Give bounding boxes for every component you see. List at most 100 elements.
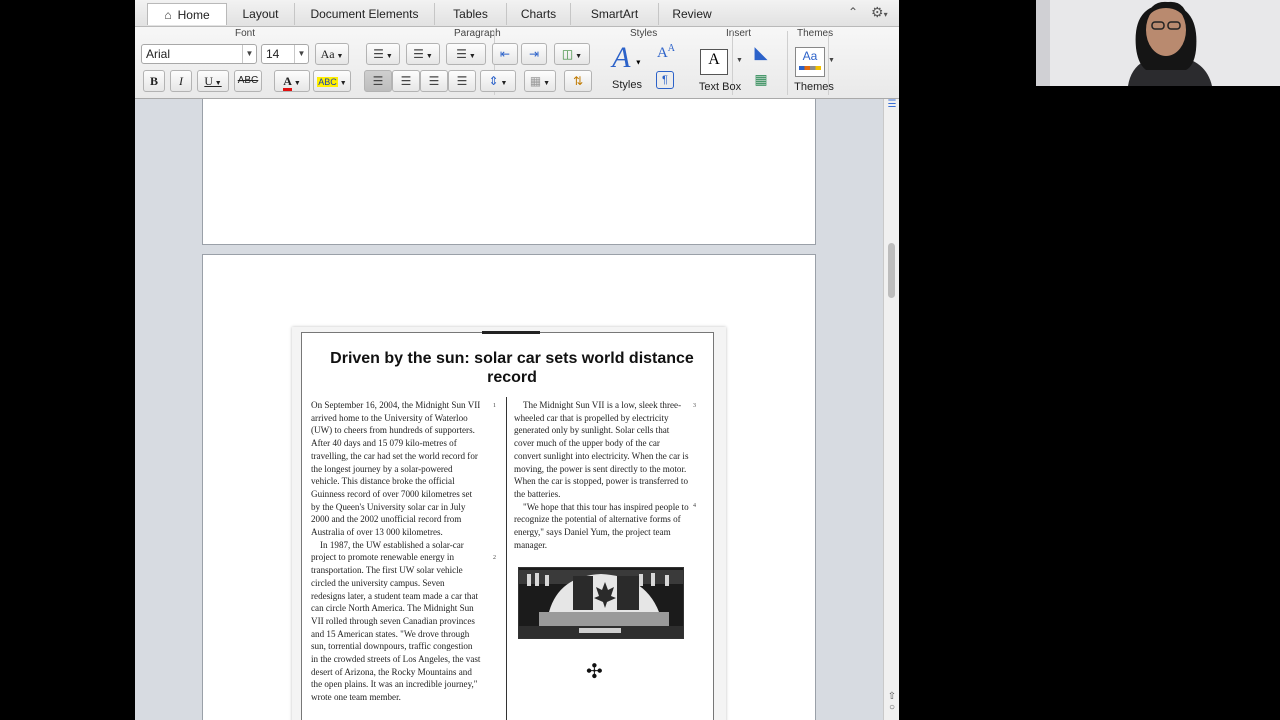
multilevel-list-button[interactable]: ☰ ▼: [446, 43, 486, 65]
article-image[interactable]: Driven by the sun: solar car sets world …: [292, 327, 726, 720]
picture-icon[interactable]: ▦: [748, 71, 774, 89]
align-right-icon: ☰: [428, 74, 440, 88]
styles-gallery-button[interactable]: A ▼: [606, 43, 648, 73]
line-number: 3: [693, 403, 696, 409]
line-number: 2: [493, 555, 496, 561]
paragraph-2: In 1987, the UW established a solar-car …: [311, 539, 481, 703]
ribbon-tab-bar: ⌂ Home Layout Document Elements Tables Ch…: [135, 0, 899, 27]
home-icon: ⌂: [164, 8, 172, 22]
tab-document-elements[interactable]: Document Elements: [295, 3, 435, 25]
styles-icon: A: [612, 41, 631, 74]
font-size-value: 14: [266, 47, 280, 61]
columns-button[interactable]: ◫ ▼: [554, 43, 590, 65]
italic-button[interactable]: I: [170, 70, 192, 92]
move-cursor-icon: ✣: [586, 659, 603, 683]
justify-icon: ☰: [456, 74, 468, 88]
group-title-insert: Insert: [726, 28, 752, 39]
numbered-list-icon: ☰: [413, 47, 424, 61]
article-right-column: The Midnight Sun VII is a low, sleek thr…: [514, 399, 689, 551]
styles-label: Styles: [612, 79, 642, 91]
bold-button[interactable]: B: [143, 70, 165, 92]
page-2[interactable]: Driven by the sun: solar car sets world …: [202, 254, 816, 720]
tab-smartart[interactable]: SmartArt: [571, 3, 659, 25]
divider: [787, 31, 788, 95]
screen: ⌂ Home Layout Document Elements Tables Ch…: [0, 0, 1280, 720]
chevron-down-icon: ▼: [736, 57, 743, 64]
paragraph-3: The Midnight Sun VII is a low, sleek thr…: [514, 400, 689, 499]
decrease-indent-button[interactable]: ⇤: [492, 43, 518, 65]
vertical-scrollbar[interactable]: ☰ ⇧ ○: [883, 99, 899, 720]
group-title-styles: Styles: [630, 28, 658, 39]
group-title-font: Font: [235, 28, 256, 39]
page-nav-icon[interactable]: ⇧ ○: [885, 691, 899, 713]
font-color-icon: A: [283, 74, 292, 91]
tab-tables[interactable]: Tables: [435, 3, 507, 25]
decrease-indent-icon: ⇤: [499, 47, 511, 61]
solar-car-photo: [518, 567, 684, 639]
image-handle: [482, 331, 540, 334]
change-case-button[interactable]: Aa ▼: [315, 43, 349, 65]
scrollbar-thumb[interactable]: [888, 243, 895, 298]
paragraph-1: On September 16, 2004, the Midnight Sun …: [311, 400, 481, 538]
sort-icon: ⇅: [572, 74, 584, 88]
article-title: Driven by the sun: solar car sets world …: [330, 350, 694, 386]
chevron-down-icon: ▼: [294, 45, 308, 63]
increase-indent-button[interactable]: ⇥: [521, 43, 547, 65]
tab-layout[interactable]: Layout: [227, 3, 295, 25]
sort-button[interactable]: ⇅: [564, 70, 592, 92]
borders-icon: ▦: [529, 74, 542, 88]
gear-icon[interactable]: ⚙▾: [871, 4, 888, 21]
presenter-video: [1036, 0, 1280, 86]
align-left-button[interactable]: ☰: [364, 70, 392, 92]
chevron-down-icon: ▼: [242, 45, 256, 63]
change-case-label: Aa: [320, 47, 335, 61]
justify-button[interactable]: ☰: [448, 70, 476, 92]
underline-button[interactable]: U ▼: [197, 70, 229, 92]
numbering-button[interactable]: ☰ ▼: [406, 43, 440, 65]
strikethrough-button[interactable]: ABC: [234, 70, 262, 92]
font-name-value: Arial: [146, 47, 171, 61]
ribbon-home: Font Paragraph Styles Insert Themes Aria…: [135, 27, 899, 99]
text-box-icon[interactable]: A: [700, 49, 728, 75]
themes-icon[interactable]: Aa: [795, 47, 825, 77]
paragraph-4: "We hope that this tour has inspired peo…: [514, 501, 689, 550]
align-center-button[interactable]: ☰: [392, 70, 420, 92]
webcam-overlay: [1036, 0, 1280, 86]
tab-home[interactable]: ⌂ Home: [147, 3, 227, 25]
font-size-select[interactable]: 14 ▼: [261, 44, 309, 64]
chevron-up-icon[interactable]: ⌃: [848, 5, 858, 19]
underline-label: U: [204, 74, 213, 88]
align-right-button[interactable]: ☰: [420, 70, 448, 92]
document-canvas[interactable]: Driven by the sun: solar car sets world …: [135, 99, 883, 720]
canada-flag-car-image: [519, 568, 683, 638]
borders-button[interactable]: ▦ ▼: [524, 70, 556, 92]
align-left-icon: ☰: [372, 74, 384, 88]
page-1[interactable]: [202, 99, 816, 245]
font-name-select[interactable]: Arial ▼: [141, 44, 257, 64]
column-divider: [506, 397, 507, 720]
themes-label: Themes: [794, 81, 834, 93]
columns-icon: ◫: [561, 47, 574, 61]
highlight-button[interactable]: ABC ▼: [313, 70, 351, 92]
article-sheet: Driven by the sun: solar car sets world …: [301, 331, 714, 720]
ruler-toggle-icon[interactable]: ☰: [884, 99, 899, 111]
multilevel-list-icon: ☰: [456, 47, 467, 61]
line-number: 1: [493, 403, 496, 409]
tab-charts[interactable]: Charts: [507, 3, 571, 25]
tab-home-label: Home: [177, 8, 210, 22]
tab-review[interactable]: Review: [659, 3, 725, 25]
shape-icon[interactable]: ◣: [748, 43, 774, 63]
increase-indent-icon: ⇥: [528, 47, 540, 61]
line-number: 4: [693, 503, 696, 509]
text-box-label[interactable]: Text Box: [694, 81, 746, 93]
bullets-button[interactable]: ☰ ▼: [366, 43, 400, 65]
line-spacing-button[interactable]: ⇕ ▼: [480, 70, 516, 92]
word-window: ⌂ Home Layout Document Elements Tables Ch…: [135, 0, 899, 720]
change-styles-icon[interactable]: AA: [654, 43, 678, 65]
styles-pane-icon[interactable]: ¶: [656, 71, 674, 89]
font-color-button[interactable]: A ▼: [274, 70, 310, 92]
align-center-icon: ☰: [400, 74, 412, 88]
article-left-column: On September 16, 2004, the Midnight Sun …: [311, 399, 481, 704]
bullet-list-icon: ☰: [373, 47, 384, 61]
highlight-icon: ABC: [317, 77, 338, 87]
